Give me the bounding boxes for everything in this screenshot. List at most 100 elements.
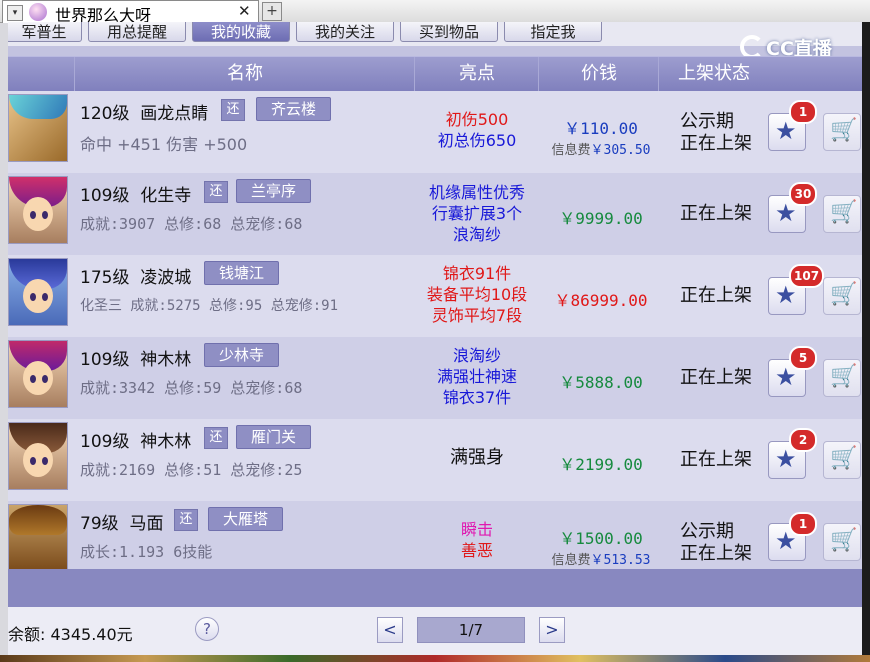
col-name: 名称 (74, 57, 415, 91)
cart-icon: 🛒 (830, 200, 858, 225)
close-tab-icon[interactable]: ✕ (238, 2, 251, 20)
highlight-cell: 浪淘纱 满强壮神速 锦衣37件 (414, 345, 540, 408)
favorite-button[interactable]: ★ 107 (768, 264, 825, 315)
item-name: 马面 (129, 514, 164, 534)
fee-label: 信息费 (551, 143, 591, 158)
item-stats: 命中 +451 伤害 +500 (80, 135, 248, 154)
highlight-line: 浪淘纱 (452, 346, 501, 365)
browser-tab[interactable]: ▾ 世界那么大呀 ✕ (2, 0, 259, 25)
return-tag: 还 (204, 181, 228, 203)
status-cell: 正在上架 (680, 203, 770, 225)
highlight-line: 初伤500 (445, 110, 509, 129)
col-highlight: 亮点 (414, 57, 539, 91)
avatar-eye (30, 293, 36, 301)
tab-reminder[interactable]: 用总提醒 (88, 22, 186, 42)
highlight-line: 浪淘纱 (452, 225, 501, 244)
buy-button[interactable]: 🛒 (823, 359, 861, 397)
status-line: 正在上架 (680, 203, 752, 224)
avatar-eye (42, 211, 48, 219)
server-badge: 钱塘江 (204, 261, 280, 285)
pet-avatar (8, 504, 68, 569)
item-name: 神木林 (140, 350, 192, 370)
tab-purchased[interactable]: 买到物品 (400, 22, 498, 42)
server-badge: 大雁塔 (208, 507, 284, 531)
return-tag: 还 (221, 99, 245, 121)
buy-button[interactable]: 🛒 (823, 441, 861, 479)
return-tag: 还 (204, 427, 228, 449)
return-tag: 还 (174, 509, 198, 531)
character-avatar (8, 258, 68, 326)
buy-button[interactable]: 🛒 (823, 277, 861, 315)
item-title: 175级 凌波城 (80, 263, 191, 288)
status-line: 公示期 (680, 521, 734, 542)
status-cell: 正在上架 (680, 285, 770, 307)
table-header: 名称 亮点 价钱 上架状态 (8, 56, 870, 91)
item-avatar (8, 94, 68, 162)
cart-icon: 🛒 (830, 282, 858, 307)
status-line: 正在上架 (680, 285, 752, 306)
listing-row[interactable]: 175级 凌波城 钱塘江 化圣三 成就:5275 总修:95 总宠修:91 锦衣… (8, 255, 870, 337)
server-badge: 齐云楼 (256, 97, 332, 121)
avatar-eye (30, 375, 36, 383)
buy-button[interactable]: 🛒 (823, 195, 861, 233)
prev-page-button[interactable]: < (377, 617, 403, 643)
fee-value: ￥513.53 (590, 553, 651, 568)
tab-dropdown-icon[interactable]: ▾ (7, 5, 23, 21)
avatar-face (23, 443, 53, 477)
game-taskbar (0, 655, 870, 662)
status-line: 正在上架 (680, 133, 752, 154)
status-line: 正在上架 (680, 543, 752, 564)
buy-button[interactable]: 🛒 (823, 113, 861, 151)
avatar-eye (42, 293, 48, 301)
window-edge (862, 22, 870, 655)
avatar-face (23, 361, 53, 395)
tab-designated[interactable]: 指定我 (504, 22, 602, 42)
next-page-button[interactable]: > (539, 617, 565, 643)
highlight-line: 善恶 (460, 541, 493, 560)
server-badge: 雁门关 (236, 425, 312, 449)
highlight-line: 初总伤650 (437, 131, 517, 150)
highlight-cell: 满强身 (414, 447, 540, 468)
col-status: 上架状态 (658, 57, 769, 91)
page-indicator: 1/7 (417, 617, 525, 643)
listing-row[interactable]: 120级 画龙点睛 还 齐云楼 命中 +451 伤害 +500 初伤500 初总… (8, 91, 870, 173)
favicon-icon (29, 3, 47, 21)
listing-row[interactable]: 109级 化生寺 还 兰亭序 成就:3907 总修:68 总宠修:68 机缘属性… (8, 173, 870, 255)
tab-favorites[interactable]: 我的收藏 (192, 22, 290, 42)
cart-icon: 🛒 (830, 528, 858, 553)
highlight-line: 满强身 (450, 447, 504, 468)
item-stats: 成就:2169 总修:51 总宠修:25 (80, 461, 303, 479)
price-cell: ￥110.00 信息费￥305.50 (538, 115, 664, 158)
highlight-line: 灵饰平均7段 (431, 306, 523, 325)
character-avatar (8, 176, 68, 244)
favorite-button[interactable]: ★ 1 (768, 100, 817, 151)
item-title: 120级 画龙点睛 (80, 99, 208, 124)
new-tab-button[interactable]: + (262, 2, 282, 21)
help-icon[interactable]: ? (195, 617, 219, 641)
status-cell: 公示期 正在上架 (680, 521, 770, 565)
listing-row[interactable]: 109级 神木林 少林寺 成就:3342 总修:59 总宠修:68 浪淘纱 满强… (8, 337, 870, 419)
buy-button[interactable]: 🛒 (823, 523, 861, 561)
tab-public[interactable]: 军普生 (8, 22, 82, 42)
highlight-cell: 机缘属性优秀 行囊扩展3个 浪淘纱 (414, 182, 540, 245)
item-level: 109级 (80, 186, 130, 206)
server-badge: 兰亭序 (236, 179, 312, 203)
favorite-button[interactable]: ★ 2 (768, 428, 817, 479)
favorite-count: 5 (789, 346, 817, 370)
item-stats: 成就:3342 总修:59 总宠修:68 (80, 379, 303, 397)
price-cell: ￥9999.00 (538, 205, 664, 229)
fee-value: ￥305.50 (590, 143, 651, 158)
favorite-button[interactable]: ★ 30 (768, 182, 817, 233)
tab-following[interactable]: 我的关注 (296, 22, 394, 42)
item-stats: 成长:1.193 6技能 (80, 543, 213, 561)
favorite-count: 30 (789, 182, 817, 206)
avatar-eye (30, 457, 36, 465)
item-level: 109级 (80, 432, 130, 452)
favorite-button[interactable]: ★ 5 (768, 346, 817, 397)
favorite-button[interactable]: ★ 1 (768, 512, 817, 561)
listing-row[interactable]: 109级 神木林 还 雁门关 成就:2169 总修:51 总宠修:25 满强身 … (8, 419, 870, 501)
highlight-cell: 瞬击 善恶 (414, 519, 540, 561)
listing-row[interactable]: 79级 马面 还 大雁塔 成长:1.193 6技能 瞬击 善恶 ￥1500.00… (8, 501, 870, 569)
avatar-eye (30, 211, 36, 219)
price-cell: ￥5888.00 (538, 369, 664, 393)
